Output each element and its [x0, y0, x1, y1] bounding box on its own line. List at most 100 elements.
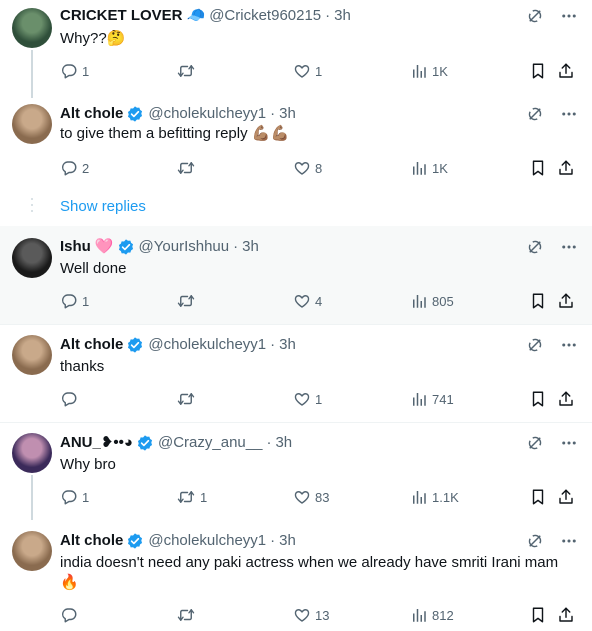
- reply-button[interactable]: 1: [60, 61, 89, 81]
- reply-button[interactable]: [60, 605, 82, 625]
- views-button[interactable]: 1K: [410, 158, 448, 178]
- verified-badge-icon: [136, 434, 154, 452]
- tweet-text-line: thanks: [60, 358, 105, 375]
- bookmark-button[interactable]: [529, 487, 547, 507]
- verified-badge-icon: [126, 105, 144, 123]
- avatar[interactable]: [12, 335, 52, 375]
- avatar[interactable]: [12, 238, 52, 278]
- like-button[interactable]: 13: [293, 605, 329, 625]
- share-button[interactable]: [557, 605, 575, 625]
- share-button[interactable]: [557, 487, 575, 507]
- reply-button[interactable]: 2: [60, 158, 89, 178]
- like-button[interactable]: 8: [293, 158, 322, 178]
- user-handle[interactable]: @Cricket960215: [209, 6, 321, 26]
- retweet-button[interactable]: 1: [176, 487, 207, 507]
- tweet-actions: 1 1 83 1.1K: [60, 487, 578, 507]
- tweet-text: thanks: [60, 357, 580, 377]
- avatar[interactable]: [12, 433, 52, 473]
- separator-dot: ·: [270, 532, 276, 549]
- tweet-text-line: to give them a befitting reply 💪🏽💪🏽: [60, 125, 290, 142]
- like-button[interactable]: 4: [293, 291, 322, 311]
- reply-button[interactable]: [60, 389, 82, 409]
- retweet-button[interactable]: [176, 158, 200, 178]
- display-name[interactable]: CRICKET LOVER: [60, 6, 183, 26]
- retweet-button[interactable]: [176, 605, 200, 625]
- retweet-button[interactable]: [176, 61, 200, 81]
- timestamp[interactable]: 3h: [279, 531, 296, 551]
- share-button[interactable]: [557, 158, 575, 178]
- avatar[interactable]: [12, 104, 52, 144]
- more-icon[interactable]: [560, 105, 578, 123]
- tweet-header: Alt chole @cholekulcheyy1 · 3h: [60, 335, 296, 355]
- tweet-text-line: 🔥: [60, 574, 79, 591]
- share-button[interactable]: [557, 291, 575, 311]
- show-replies-link[interactable]: Show replies: [60, 198, 146, 215]
- display-name[interactable]: Alt chole: [60, 335, 123, 355]
- thread-line: [31, 475, 33, 520]
- timestamp[interactable]: 3h: [275, 433, 292, 453]
- tweet-text: Why??🤔: [60, 29, 580, 49]
- timestamp[interactable]: 3h: [334, 6, 351, 26]
- tweet-text-line: Well done: [60, 260, 127, 277]
- share-button[interactable]: [557, 389, 575, 409]
- retweet-button[interactable]: [176, 291, 200, 311]
- grok-icon[interactable]: [526, 7, 544, 25]
- bookmark-button[interactable]: [529, 389, 547, 409]
- bookmark-button[interactable]: [529, 158, 547, 178]
- views-button[interactable]: 1.1K: [410, 487, 459, 507]
- avatar[interactable]: [12, 531, 52, 571]
- display-name[interactable]: ANU_❥••◕: [60, 433, 133, 453]
- tweet-actions: 1 1 1K: [60, 61, 578, 81]
- reply-count: 1: [82, 63, 90, 79]
- grok-icon[interactable]: [526, 238, 544, 256]
- separator-dot: ·: [270, 105, 276, 122]
- bookmark-button[interactable]: [529, 61, 547, 81]
- timestamp[interactable]: 3h: [242, 237, 259, 257]
- like-button[interactable]: 83: [293, 487, 329, 507]
- like-button[interactable]: 1: [293, 389, 322, 409]
- user-handle[interactable]: @YourIshhuu: [139, 237, 230, 257]
- display-name[interactable]: Alt chole: [60, 104, 123, 124]
- views-button[interactable]: 812: [410, 605, 454, 625]
- tweet-text-line: Why bro: [60, 456, 116, 473]
- tweet-text: india doesn't need any paki actress when…: [60, 553, 580, 593]
- display-name[interactable]: Alt chole: [60, 531, 123, 551]
- user-handle[interactable]: @cholekulcheyy1: [148, 531, 266, 551]
- tweet-top-actions: [526, 7, 578, 25]
- grok-icon[interactable]: [526, 336, 544, 354]
- user-handle[interactable]: @cholekulcheyy1: [148, 104, 266, 124]
- like-count: 83: [315, 489, 330, 505]
- avatar[interactable]: [12, 8, 52, 48]
- views-button[interactable]: 741: [410, 389, 454, 409]
- user-handle[interactable]: @cholekulcheyy1: [148, 335, 266, 355]
- tweet-top-actions: [526, 105, 578, 123]
- bookmark-button[interactable]: [529, 605, 547, 625]
- more-icon[interactable]: [560, 336, 578, 354]
- tweet-text: Why bro: [60, 455, 580, 475]
- tweet-actions: 1 4 805: [60, 291, 578, 311]
- like-button[interactable]: 1: [293, 61, 322, 81]
- display-name[interactable]: Ishu: [60, 237, 91, 257]
- views-count: 1K: [432, 160, 448, 176]
- timestamp[interactable]: 3h: [279, 104, 296, 124]
- more-icon[interactable]: [560, 532, 578, 550]
- separator-dot: ·: [233, 238, 239, 255]
- more-icon[interactable]: [560, 7, 578, 25]
- grok-icon[interactable]: [526, 105, 544, 123]
- views-count: 741: [432, 391, 454, 407]
- grok-icon[interactable]: [526, 532, 544, 550]
- more-icon[interactable]: [560, 238, 578, 256]
- retweet-button[interactable]: [176, 389, 200, 409]
- share-button[interactable]: [557, 61, 575, 81]
- tweet-actions: 13 812: [60, 605, 578, 625]
- views-button[interactable]: 805: [410, 291, 454, 311]
- timestamp[interactable]: 3h: [279, 335, 296, 355]
- reply-button[interactable]: 1: [60, 487, 89, 507]
- tweet-text: to give them a befitting reply 💪🏽💪🏽: [60, 124, 580, 144]
- user-handle[interactable]: @Crazy_anu__: [158, 433, 262, 453]
- more-icon[interactable]: [560, 434, 578, 452]
- views-button[interactable]: 1K: [410, 61, 448, 81]
- bookmark-button[interactable]: [529, 291, 547, 311]
- reply-button[interactable]: 1: [60, 291, 89, 311]
- grok-icon[interactable]: [526, 434, 544, 452]
